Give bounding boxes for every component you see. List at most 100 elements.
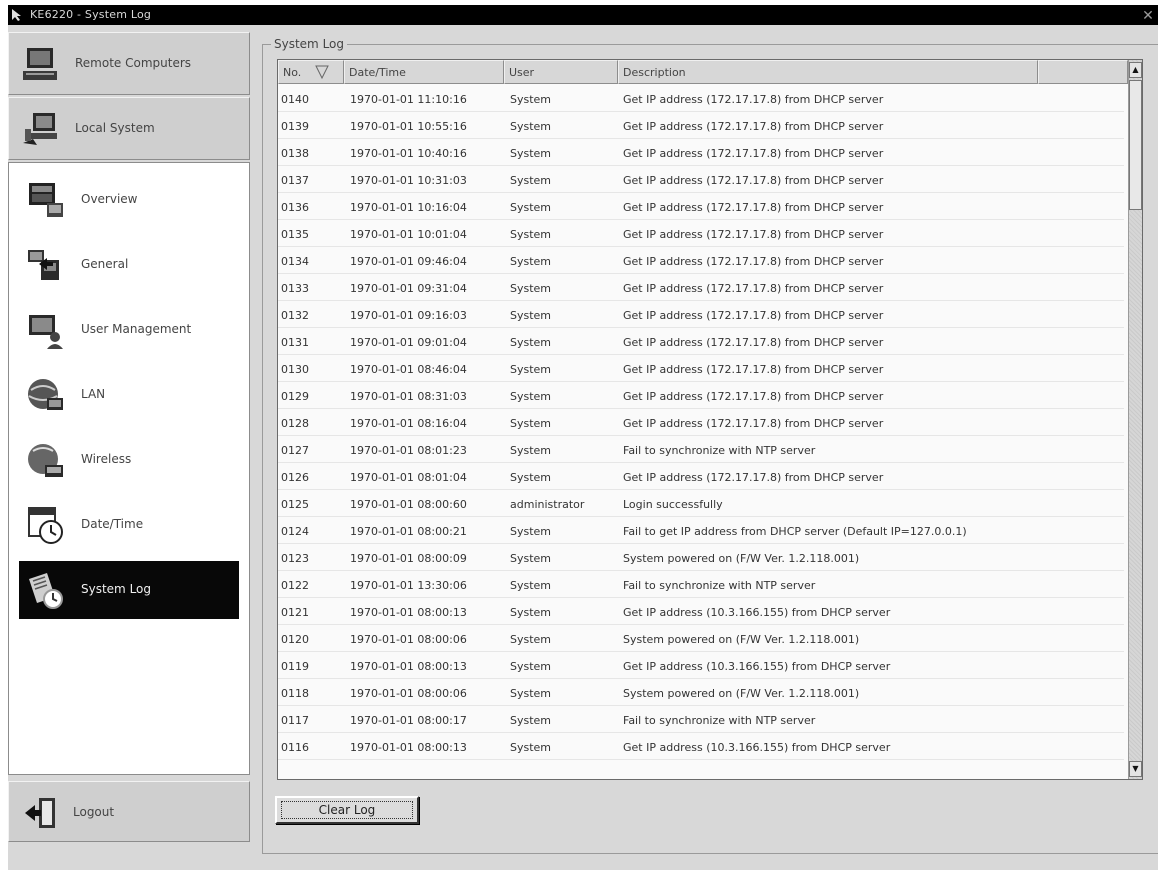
table-row[interactable]: 0123 1970-01-01 08:00:09 System System powe… <box>278 544 1124 571</box>
sidebar-item-general[interactable]: General <box>19 236 239 294</box>
table-row[interactable]: 0134 1970-01-01 09:46:04 System Get IP addr… <box>278 247 1124 274</box>
table-row[interactable]: 0125 1970-01-01 08:00:60 administrator Logi… <box>278 490 1124 517</box>
sidebar-item-lan[interactable]: LAN <box>19 366 239 424</box>
chevron-up-icon: ▲ <box>1132 65 1139 74</box>
remote-computers-icon <box>23 48 57 80</box>
cell-description: Get IP address (10.3.166.155) from DHCP … <box>623 741 891 754</box>
cell-user: System <box>510 201 552 214</box>
sidebar-item-label: General <box>81 257 129 271</box>
sidebar-item-wireless[interactable]: Wireless <box>19 431 239 489</box>
cell-user: System <box>510 93 552 106</box>
sidebar-item-system-log[interactable]: System Log <box>19 561 239 619</box>
system-log-group-label: System Log <box>271 37 347 51</box>
cell-user: System <box>510 687 552 700</box>
table-row[interactable]: 0133 1970-01-01 09:31:04 System Get IP addr… <box>278 274 1124 301</box>
cell-no: 0139 <box>281 120 309 133</box>
sidebar-item-label: System Log <box>81 582 151 596</box>
cell-no: 0125 <box>281 498 309 511</box>
window-title: KE6220 - System Log <box>30 8 152 21</box>
cell-date-time: 1970-01-01 08:00:17 <box>350 714 467 727</box>
sidebar-item-label: Overview <box>81 192 138 206</box>
cell-no: 0118 <box>281 687 309 700</box>
cell-date-time: 1970-01-01 10:55:16 <box>350 120 467 133</box>
cell-description: Fail to synchronize with NTP server <box>623 579 816 592</box>
cell-user: System <box>510 363 552 376</box>
column-header-label: No. <box>283 66 302 79</box>
cell-date-time: 1970-01-01 08:00:13 <box>350 606 467 619</box>
cell-no: 0129 <box>281 390 309 403</box>
cell-no: 0128 <box>281 417 309 430</box>
cell-date-time: 1970-01-01 08:00:06 <box>350 687 467 700</box>
cell-user: System <box>510 525 552 538</box>
table-row[interactable]: 0136 1970-01-01 10:16:04 System Get IP addr… <box>278 193 1124 220</box>
cell-no: 0138 <box>281 147 309 160</box>
sidebar-item-date-time[interactable]: Date/Time <box>19 496 239 554</box>
nav-remote-computers[interactable]: Remote Computers <box>8 32 250 95</box>
cell-user: System <box>510 579 552 592</box>
vertical-scrollbar[interactable]: ▲ ▼ <box>1128 60 1142 779</box>
chevron-down-icon: ▼ <box>1132 764 1139 773</box>
column-header-filler <box>1038 60 1128 84</box>
column-header-user[interactable]: User <box>504 60 618 84</box>
cell-description: Get IP address (172.17.17.8) from DHCP s… <box>623 471 884 484</box>
cell-description: System powered on (F/W Ver. 1.2.118.001) <box>623 633 860 646</box>
cell-description: Get IP address (172.17.17.8) from DHCP s… <box>623 93 884 106</box>
logout-label: Logout <box>73 805 115 819</box>
table-row[interactable]: 0139 1970-01-01 10:55:16 System Get IP addr… <box>278 112 1124 139</box>
overview-icon <box>29 183 63 217</box>
table-row[interactable]: 0117 1970-01-01 08:00:17 System Fail to syn… <box>278 706 1124 733</box>
close-window-button[interactable]: ✕ <box>1139 8 1157 24</box>
cell-description: Get IP address (10.3.166.155) from DHCP … <box>623 606 891 619</box>
cell-no: 0136 <box>281 201 309 214</box>
table-row[interactable]: 0116 1970-01-01 08:00:13 System Get IP addr… <box>278 733 1124 760</box>
column-header-label: Date/Time <box>349 66 406 79</box>
table-row[interactable]: 0129 1970-01-01 08:31:03 System Get IP addr… <box>278 382 1124 409</box>
table-row[interactable]: 0137 1970-01-01 10:31:03 System Get IP addr… <box>278 166 1124 193</box>
cell-description: Get IP address (172.17.17.8) from DHCP s… <box>623 417 884 430</box>
cell-no: 0132 <box>281 309 309 322</box>
scroll-up-button[interactable]: ▲ <box>1129 62 1142 78</box>
cell-no: 0130 <box>281 363 309 376</box>
column-header-no[interactable]: No. <box>278 60 344 84</box>
cell-date-time: 1970-01-01 08:00:21 <box>350 525 467 538</box>
table-row[interactable]: 0140 1970-01-01 11:10:16 System Get IP addr… <box>278 85 1124 112</box>
table-row[interactable]: 0128 1970-01-01 08:16:04 System Get IP addr… <box>278 409 1124 436</box>
table-row[interactable]: 0130 1970-01-01 08:46:04 System Get IP addr… <box>278 355 1124 382</box>
table-row[interactable]: 0127 1970-01-01 08:01:23 System Fail to syn… <box>278 436 1124 463</box>
cell-description: Get IP address (10.3.166.155) from DHCP … <box>623 660 891 673</box>
column-header-label: Description <box>623 66 686 79</box>
table-row[interactable]: 0131 1970-01-01 09:01:04 System Get IP addr… <box>278 328 1124 355</box>
clear-log-button[interactable]: Clear Log <box>275 796 419 824</box>
table-row[interactable]: 0132 1970-01-01 09:16:03 System Get IP addr… <box>278 301 1124 328</box>
scroll-down-button[interactable]: ▼ <box>1129 761 1142 777</box>
cell-date-time: 1970-01-01 10:40:16 <box>350 147 467 160</box>
table-row[interactable]: 0126 1970-01-01 08:01:04 System Get IP addr… <box>278 463 1124 490</box>
column-header-description[interactable]: Description <box>618 60 1038 84</box>
column-header-date-time[interactable]: Date/Time <box>344 60 504 84</box>
table-row[interactable]: 0119 1970-01-01 08:00:13 System Get IP addr… <box>278 652 1124 679</box>
table-body: 0140 1970-01-01 11:10:16 System Get IP addr… <box>278 85 1124 760</box>
cell-description: Fail to synchronize with NTP server <box>623 444 816 457</box>
local-system-menu: Overview General User Management LAN Wir… <box>8 162 250 775</box>
system-log-panel: System Log No. Date/Time User Descriptio… <box>262 37 1158 854</box>
table-row[interactable]: 0138 1970-01-01 10:40:16 System Get IP addr… <box>278 139 1124 166</box>
clear-log-label: Clear Log <box>318 803 376 817</box>
cell-no: 0121 <box>281 606 309 619</box>
sidebar-item-user-management[interactable]: User Management <box>19 301 239 359</box>
table-row[interactable]: 0122 1970-01-01 13:30:06 System Fail to syn… <box>278 571 1124 598</box>
table-row[interactable]: 0121 1970-01-01 08:00:13 System Get IP addr… <box>278 598 1124 625</box>
cell-description: Fail to synchronize with NTP server <box>623 714 816 727</box>
cell-user: System <box>510 147 552 160</box>
scrollbar-thumb[interactable] <box>1129 80 1142 210</box>
table-row[interactable]: 0135 1970-01-01 10:01:04 System Get IP addr… <box>278 220 1124 247</box>
nav-local-system[interactable]: Local System <box>8 97 250 160</box>
table-row[interactable]: 0124 1970-01-01 08:00:21 System Fail to get… <box>278 517 1124 544</box>
cell-no: 0123 <box>281 552 309 565</box>
nav-local-system-label: Local System <box>75 121 155 135</box>
logout-button[interactable]: Logout <box>8 781 250 842</box>
title-bar: KE6220 - System Log <box>8 5 1158 25</box>
table-row[interactable]: 0120 1970-01-01 08:00:06 System System powe… <box>278 625 1124 652</box>
sidebar-item-overview[interactable]: Overview <box>19 171 239 229</box>
cell-description: Get IP address (172.17.17.8) from DHCP s… <box>623 390 884 403</box>
table-row[interactable]: 0118 1970-01-01 08:00:06 System System powe… <box>278 679 1124 706</box>
